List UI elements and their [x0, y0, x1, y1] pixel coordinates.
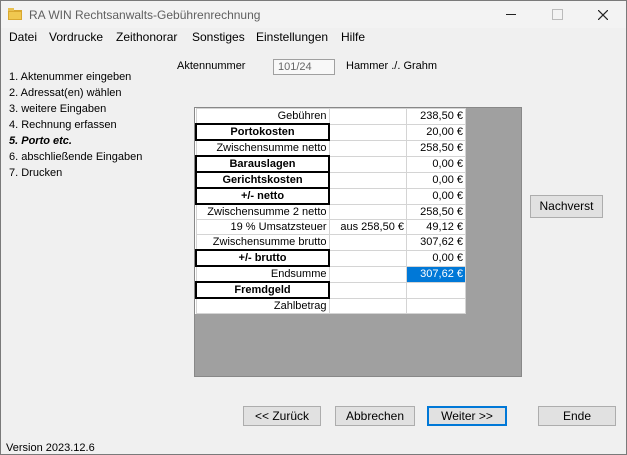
- row-mid: [328, 203, 407, 220]
- close-button[interactable]: [580, 1, 626, 28]
- aktennummer-label: Aktennummer: [177, 60, 246, 72]
- row-value[interactable]: 0,00 €: [406, 171, 466, 189]
- row-value[interactable]: 0,00 €: [406, 249, 466, 267]
- table-row: +/- brutto 0,00 €: [195, 249, 466, 267]
- row-label: Gebühren: [195, 108, 330, 125]
- main-window: RA WIN Rechtsanwalts-Gebührenrechnung Da…: [0, 0, 627, 455]
- row-mid: [328, 155, 407, 173]
- aktennummer-field[interactable]: 101/24: [273, 59, 335, 75]
- step-5-active: 5. Porto etc.: [9, 135, 72, 147]
- row-value[interactable]: 20,00 €: [406, 123, 466, 141]
- row-value[interactable]: 307,62 €: [406, 234, 466, 251]
- portokosten-button[interactable]: Portokosten: [195, 123, 330, 141]
- endsumme-value-selected[interactable]: 307,62 €: [406, 265, 466, 283]
- step-2: 2. Adressat(en) wählen: [9, 87, 122, 99]
- row-mid: [328, 265, 407, 283]
- menu-einstellungen[interactable]: Einstellungen: [256, 30, 328, 44]
- row-value[interactable]: 0,00 €: [406, 155, 466, 173]
- table-row: Endsumme 307,62 €: [195, 265, 466, 283]
- row-mid: aus 258,50 €: [328, 219, 407, 235]
- menu-sonstiges[interactable]: Sonstiges: [192, 30, 245, 44]
- table-row: Gebühren 238,50 €: [195, 108, 466, 125]
- step-6: 6. abschließende Eingaben: [9, 151, 143, 163]
- menu-vordrucke[interactable]: Vordrucke: [49, 30, 103, 44]
- title-bar: RA WIN Rechtsanwalts-Gebührenrechnung: [1, 1, 626, 28]
- row-mid: [328, 171, 407, 189]
- plus-minus-netto-button[interactable]: +/- netto: [195, 187, 330, 205]
- menu-bar: Datei Vordrucke Zeithonorar Sonstiges Ei…: [1, 28, 626, 47]
- maximize-button[interactable]: [534, 1, 580, 28]
- table-row: Zwischensumme netto 258,50 €: [195, 139, 466, 157]
- menu-datei[interactable]: Datei: [9, 30, 37, 44]
- next-button[interactable]: Weiter >>: [427, 406, 507, 426]
- menu-zeithonorar[interactable]: Zeithonorar: [116, 30, 177, 44]
- table-row: Zwischensumme 2 netto 258,50 €: [195, 203, 466, 220]
- row-mid: [328, 297, 407, 314]
- akte-name: Hammer ./. Grahm: [346, 60, 438, 72]
- row-label: Zwischensumme netto: [195, 139, 330, 157]
- close-icon: [598, 9, 608, 20]
- row-mid: [328, 187, 407, 205]
- window-title: RA WIN Rechtsanwalts-Gebührenrechnung: [29, 8, 261, 22]
- app-folder-icon: [8, 8, 22, 20]
- fremdgeld-button[interactable]: Fremdgeld: [195, 281, 330, 299]
- end-button[interactable]: Ende: [538, 406, 616, 426]
- back-button[interactable]: << Zurück: [243, 406, 321, 426]
- table-row: Fremdgeld: [195, 281, 466, 299]
- minimize-icon: [506, 14, 516, 15]
- maximize-icon: [551, 9, 563, 20]
- row-value[interactable]: 258,50 €: [406, 203, 466, 220]
- cost-grid: Gebühren 238,50 € Portokosten 20,00 € Zw…: [194, 107, 522, 377]
- step-4: 4. Rechnung erfassen: [9, 119, 117, 131]
- gerichtskosten-button[interactable]: Gerichtskosten: [195, 171, 330, 189]
- table-row: Zwischensumme brutto 307,62 €: [195, 234, 466, 251]
- cost-table: Gebühren 238,50 € Portokosten 20,00 € Zw…: [195, 108, 466, 314]
- plus-minus-brutto-button[interactable]: +/- brutto: [195, 249, 330, 267]
- minimize-button[interactable]: [488, 1, 534, 28]
- row-value[interactable]: 258,50 €: [406, 139, 466, 157]
- step-1: 1. Aktenummer eingeben: [9, 71, 132, 83]
- cancel-button[interactable]: Abbrechen: [335, 406, 415, 426]
- row-value[interactable]: 49,12 €: [406, 219, 466, 235]
- table-row: Portokosten 20,00 €: [195, 123, 466, 141]
- table-row: +/- netto 0,00 €: [195, 187, 466, 205]
- row-label: Zwischensumme 2 netto: [195, 203, 330, 220]
- version-label: Version 2023.12.6: [6, 442, 95, 454]
- table-row: Gerichtskosten 0,00 €: [195, 171, 466, 189]
- step-7: 7. Drucken: [9, 167, 63, 179]
- table-row: 19 % Umsatzsteuer aus 258,50 € 49,12 €: [195, 219, 466, 235]
- row-label: Endsumme: [195, 265, 330, 283]
- row-mid: [328, 234, 407, 251]
- menu-hilfe[interactable]: Hilfe: [341, 30, 365, 44]
- row-mid: [328, 281, 407, 299]
- step-3: 3. weitere Eingaben: [9, 103, 107, 115]
- row-mid: [328, 249, 407, 267]
- row-value[interactable]: [406, 297, 466, 314]
- row-value[interactable]: 238,50 €: [406, 108, 466, 125]
- table-row: Barauslagen 0,00 €: [195, 155, 466, 173]
- row-value[interactable]: 0,00 €: [406, 187, 466, 205]
- table-row: Zahlbetrag: [195, 297, 466, 314]
- barauslagen-button[interactable]: Barauslagen: [195, 155, 330, 173]
- nachverst-button[interactable]: Nachverst: [530, 195, 603, 218]
- row-mid: [328, 139, 407, 157]
- row-label: 19 % Umsatzsteuer: [195, 219, 330, 235]
- row-value[interactable]: [406, 281, 466, 299]
- row-label: Zwischensumme brutto: [195, 234, 330, 251]
- row-mid: [328, 123, 407, 141]
- row-mid: [328, 108, 407, 125]
- row-label: Zahlbetrag: [195, 297, 330, 314]
